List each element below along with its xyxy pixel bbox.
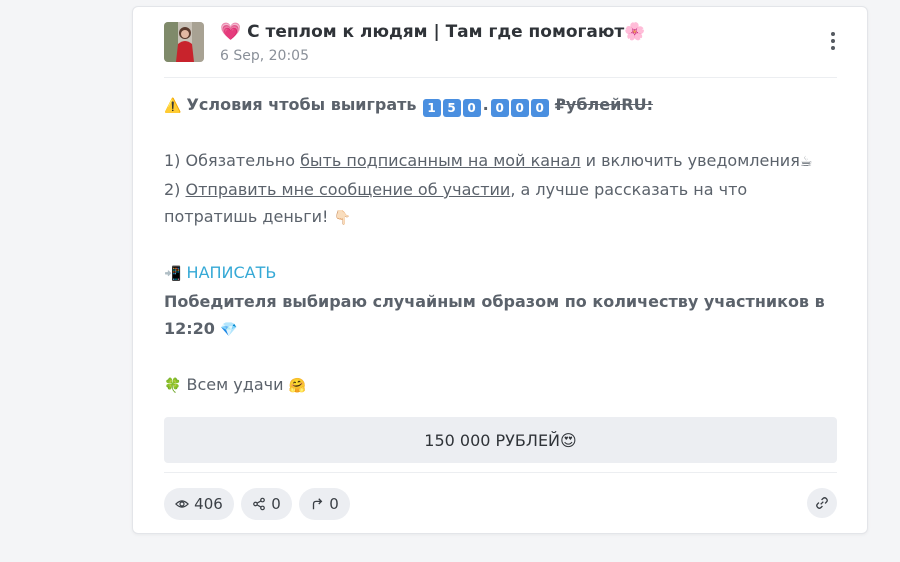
prize-digit-keycap: 0 — [510, 99, 529, 117]
subscribe-link[interactable]: быть подписанным на мой канал — [300, 151, 580, 170]
prize-currency: ₽ублейRU: — [554, 95, 654, 114]
write-line: 📲 НАПИСАТЬ — [164, 259, 837, 288]
prize-button-label: 150 000 РУБЛЕЙ — [424, 430, 561, 450]
forwards-count: 0 — [329, 495, 339, 513]
flower-icon: 🌸 — [624, 22, 646, 42]
send-message-link[interactable]: Отправить мне сообщение об участии — [186, 180, 511, 199]
prize-dot: . — [482, 95, 489, 114]
post-menu-button[interactable] — [823, 26, 843, 56]
forward-button[interactable]: 0 — [299, 488, 350, 520]
prize-digit-keycap: 0 — [490, 99, 509, 117]
warning-icon: ⚠️ — [164, 98, 182, 114]
prize-digit-keycap: 5 — [442, 99, 461, 117]
condition-1: 1) Обязательно быть подписанным на мой к… — [164, 151, 813, 170]
hug-icon: 🤗 — [288, 378, 307, 394]
copy-link-button[interactable] — [807, 488, 837, 518]
share-button[interactable]: 0 — [241, 488, 292, 520]
prize-digits: 150.000 — [422, 95, 550, 117]
clover-icon: 🍀 — [164, 378, 182, 394]
luck-line: 🍀 Всем удачи 🤗 — [164, 371, 837, 400]
coffee-icon: ☕ — [799, 154, 813, 170]
heart-eyes-icon: 😍 — [560, 430, 577, 450]
channel-name-text: С теплом к людям | Там где помогают — [247, 22, 625, 42]
post-card: 💗 С теплом к людям | Там где помогают🌸 6… — [132, 6, 868, 534]
phone-icon: 📲 — [164, 266, 182, 282]
prize-digit-keycap: 1 — [422, 99, 441, 117]
heart-icon: 💗 — [220, 22, 242, 42]
condition-2: 2) Отправить мне сообщение об участии, а… — [164, 180, 748, 226]
post-body: ⚠️ Условия чтобы выиграть 150.000 ₽ублей… — [164, 91, 837, 400]
conditions-title: ⚠️ Условия чтобы выиграть 150.000 ₽ублей… — [164, 91, 837, 120]
pointing-down-icon: 👇🏻 — [333, 210, 351, 226]
views-count: 406 — [194, 495, 223, 513]
prize-button[interactable]: 150 000 РУБЛЕЙ 😍 — [164, 417, 837, 463]
channel-name[interactable]: 💗 С теплом к людям | Там где помогают🌸 — [220, 22, 645, 42]
share-icon — [253, 497, 266, 511]
channel-avatar[interactable] — [164, 22, 204, 62]
eye-icon — [175, 500, 190, 508]
luck-text: Всем удачи — [181, 375, 289, 394]
shares-count: 0 — [271, 495, 281, 513]
link-icon — [816, 497, 828, 509]
conditions-title-text: Условия чтобы выиграть — [186, 95, 417, 114]
winner-text: Победителя выбираю случайным образом по … — [164, 292, 825, 338]
prize-digit-keycap: 0 — [462, 99, 481, 117]
write-link[interactable]: НАПИСАТЬ — [187, 263, 277, 282]
forward-arrow-icon — [313, 498, 323, 510]
post-footer: 406 0 0 — [164, 472, 837, 520]
vertical-dots-icon — [831, 32, 835, 36]
winner-line: Победителя выбираю случайным образом по … — [164, 288, 837, 344]
post-date[interactable]: 6 Sep, 20:05 — [220, 48, 309, 64]
views-counter[interactable]: 406 — [164, 488, 234, 520]
post-header: 💗 С теплом к людям | Там где помогают🌸 6… — [164, 20, 837, 78]
prize-digit-keycap: 0 — [530, 99, 549, 117]
diamond-icon: 💎 — [220, 322, 238, 338]
